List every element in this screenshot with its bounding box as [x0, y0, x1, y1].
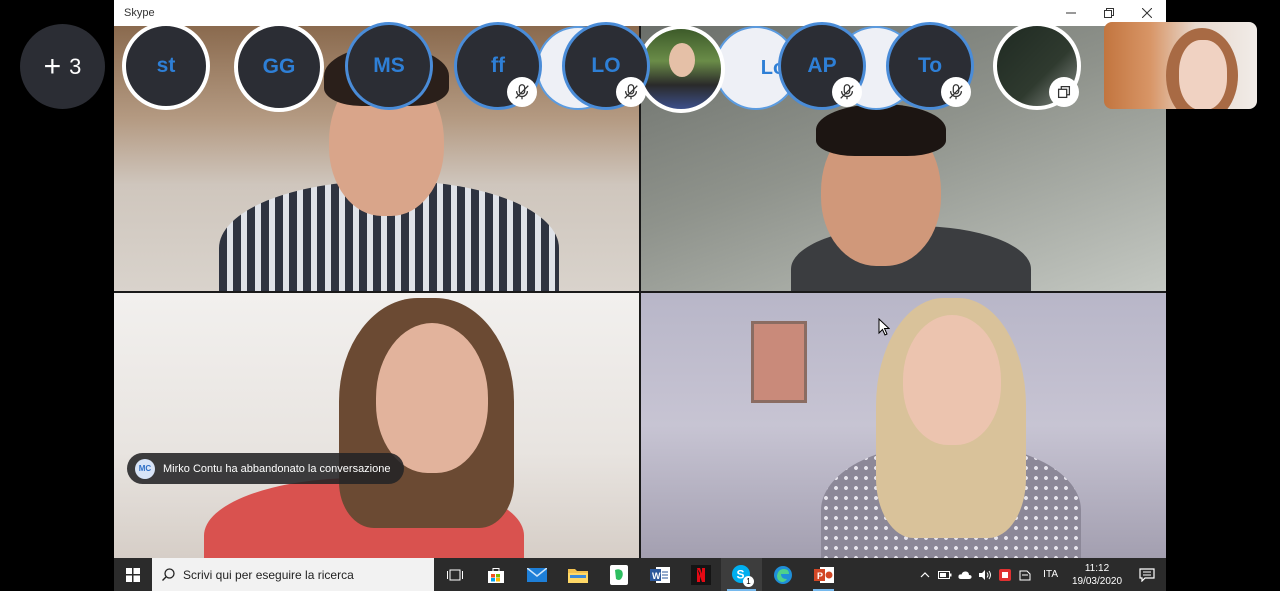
- task-view-icon: [446, 569, 463, 580]
- security-icon[interactable]: [995, 558, 1015, 591]
- evernote-button[interactable]: [598, 558, 639, 591]
- minimize-icon: [1066, 12, 1076, 14]
- mail-button[interactable]: [516, 558, 557, 591]
- clock[interactable]: 11:12 19/03/2020: [1066, 562, 1128, 588]
- participant-face: [903, 315, 1001, 445]
- more-participants-count: 3: [69, 53, 82, 79]
- battery-icon[interactable]: [935, 558, 955, 591]
- close-icon: [1142, 8, 1152, 18]
- muted-mic-icon: [507, 77, 537, 107]
- muted-mic-icon: [941, 77, 971, 107]
- video-tile-3[interactable]: [114, 293, 639, 558]
- participant-avatar-ms[interactable]: MS: [345, 22, 433, 110]
- language-indicator[interactable]: ITA: [1043, 569, 1058, 580]
- participant-face: [376, 323, 488, 473]
- onedrive-icon[interactable]: [955, 558, 975, 591]
- participant-photo-avatar[interactable]: [637, 25, 725, 113]
- popout-icon[interactable]: [1049, 77, 1079, 107]
- screen: + 3 Skype Lo st GG MS ff LO AP To MC Mir…: [0, 0, 1280, 591]
- file-explorer-button[interactable]: [557, 558, 598, 591]
- action-center-button[interactable]: [1128, 558, 1166, 591]
- word-icon: W: [649, 566, 670, 583]
- wall-picture: [751, 321, 807, 403]
- window-title: Skype: [124, 7, 155, 19]
- word-button[interactable]: W: [639, 558, 680, 591]
- store-icon: [487, 567, 504, 583]
- clock-date: 19/03/2020: [1071, 575, 1123, 587]
- participant-avatar-st[interactable]: st: [122, 22, 210, 110]
- netflix-button[interactable]: [680, 558, 721, 591]
- svg-text:W: W: [652, 571, 661, 581]
- restore-icon: [1104, 8, 1114, 18]
- folder-icon: [567, 568, 588, 583]
- mail-icon: [526, 567, 547, 582]
- edge-button[interactable]: [762, 558, 803, 591]
- notification-icon: [1139, 567, 1155, 582]
- netflix-icon: [690, 564, 711, 585]
- self-view-video[interactable]: [1104, 22, 1257, 109]
- search-icon: [162, 568, 175, 581]
- mouse-cursor-icon: [878, 318, 890, 336]
- store-button[interactable]: [475, 558, 516, 591]
- more-participants-button[interactable]: + 3: [20, 24, 105, 109]
- notification-message: Mirko Contu ha abbandonato la conversazi…: [163, 462, 391, 475]
- muted-mic-icon: [616, 77, 646, 107]
- video-tile-4[interactable]: [641, 293, 1166, 558]
- user-initials-badge: MC: [135, 458, 155, 479]
- clock-time: 11:12: [1084, 562, 1110, 574]
- svg-text:P: P: [817, 571, 823, 581]
- start-button[interactable]: [114, 558, 152, 591]
- network-icon[interactable]: [1015, 558, 1035, 591]
- task-view-button[interactable]: [434, 558, 475, 591]
- chevron-up-icon[interactable]: [915, 558, 935, 591]
- search-placeholder: Scrivi qui per eseguire la ricerca: [183, 567, 354, 582]
- muted-mic-icon: [832, 77, 862, 107]
- evernote-icon: [609, 564, 628, 585]
- skype-notification-badge: 1: [743, 576, 754, 587]
- windows-icon: [126, 567, 140, 582]
- participant-strip: Lo st GG MS ff LO AP To: [114, 20, 1114, 116]
- system-tray: ITA 11:12 19/03/2020: [915, 558, 1166, 591]
- volume-icon[interactable]: [975, 558, 995, 591]
- taskbar: Scrivi qui per eseguire la ricerca W S 1: [114, 558, 1166, 591]
- participant-avatar-gg[interactable]: GG: [234, 22, 324, 112]
- leave-notification: MC Mirko Contu ha abbandonato la convers…: [127, 453, 405, 484]
- powerpoint-button[interactable]: P: [803, 558, 844, 591]
- search-box[interactable]: Scrivi qui per eseguire la ricerca: [152, 558, 434, 591]
- powerpoint-icon: P: [813, 566, 834, 583]
- skype-button[interactable]: S 1: [721, 558, 762, 591]
- plus-icon: +: [43, 49, 62, 83]
- edge-icon: [773, 565, 792, 584]
